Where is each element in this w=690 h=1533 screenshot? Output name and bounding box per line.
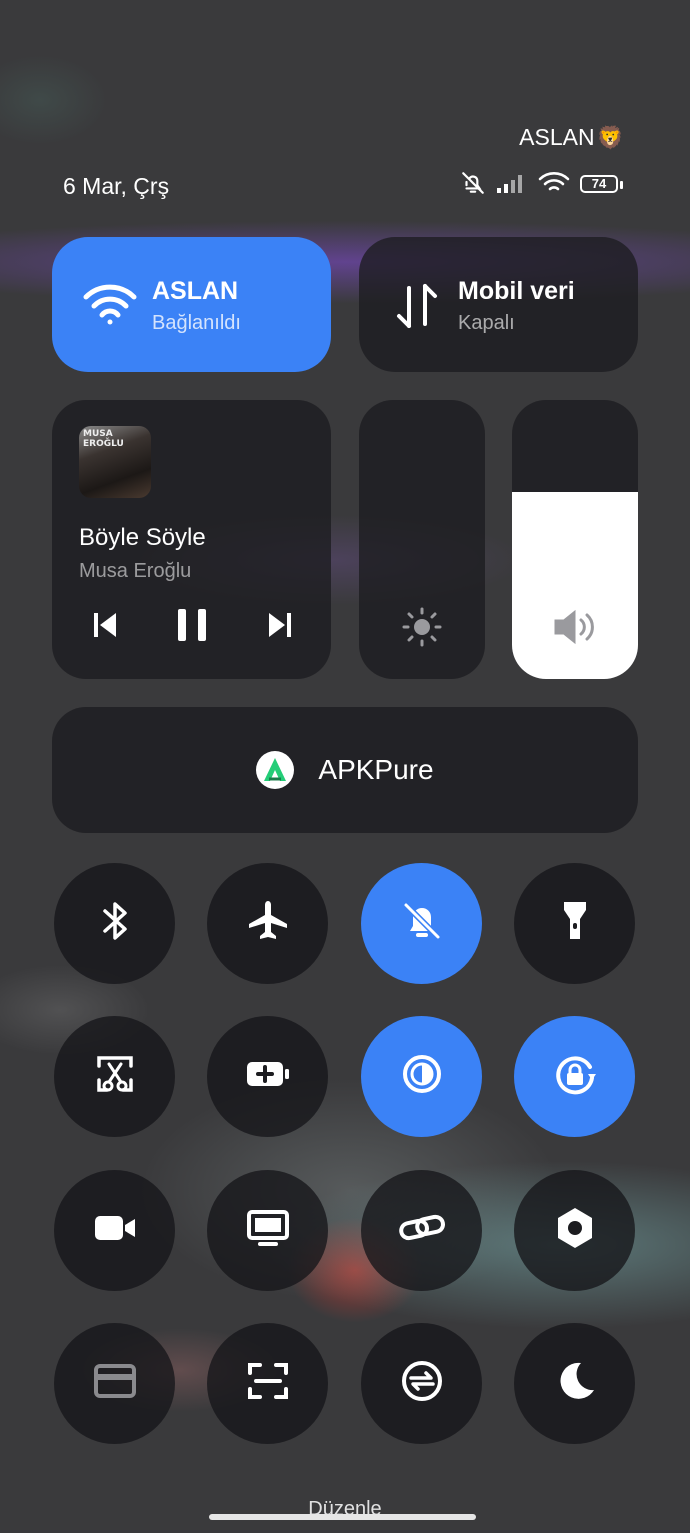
album-art[interactable]: MUSA EROĞLU <box>79 426 151 498</box>
signal-icon <box>496 172 528 199</box>
app-shortcut-apkpure[interactable]: APKPure <box>52 707 638 833</box>
mobile-data-tile[interactable]: Mobil veri Kapalı <box>359 237 638 372</box>
mobile-data-status: Kapalı <box>458 312 515 334</box>
carrier-name: ASLAN 🦁 <box>519 124 624 151</box>
airplane-icon <box>244 897 292 950</box>
toggle-battery-saver[interactable] <box>207 1016 328 1137</box>
track-title: Böyle Söyle <box>79 524 206 551</box>
carrier-label: ASLAN <box>519 124 595 150</box>
screenshot-icon <box>91 1050 139 1103</box>
date-label: 6 Mar, Çrş <box>63 173 170 199</box>
toggle-cast-screen[interactable] <box>207 1170 328 1291</box>
toggle-settings-hex[interactable] <box>514 1170 635 1291</box>
volume-icon <box>552 607 600 652</box>
wifi-status-icon <box>538 171 570 200</box>
cast-screen-icon <box>244 1204 292 1257</box>
volume-slider[interactable] <box>512 400 638 679</box>
track-artist: Musa Eroğlu <box>79 560 192 582</box>
toggle-moon[interactable] <box>514 1323 635 1444</box>
previous-icon[interactable] <box>92 610 118 645</box>
toggle-airplane[interactable] <box>207 863 328 984</box>
toggle-flashlight[interactable] <box>514 863 635 984</box>
toggle-screen-record[interactable] <box>54 1170 175 1291</box>
toggle-mute-bell[interactable] <box>361 863 482 984</box>
wifi-status: Bağlanıldı <box>152 312 241 334</box>
brightness-icon <box>402 607 442 652</box>
lion-emoji-icon: 🦁 <box>596 124 624 150</box>
flashlight-icon <box>551 897 599 950</box>
sync-icon <box>398 1357 446 1410</box>
toggle-card[interactable] <box>54 1323 175 1444</box>
toggle-rotation-lock[interactable] <box>514 1016 635 1137</box>
next-icon[interactable] <box>267 610 293 645</box>
pause-icon[interactable] <box>176 607 208 648</box>
battery-icon: 74 <box>580 175 624 195</box>
mobile-data-icon <box>395 282 439 335</box>
battery-saver-icon <box>244 1050 292 1103</box>
album-art-text: MUSA EROĞLU <box>83 429 124 449</box>
bluetooth-icon <box>91 897 139 950</box>
link-icon <box>398 1204 446 1257</box>
battery-percent: 74 <box>591 176 607 191</box>
home-indicator[interactable] <box>209 1514 476 1520</box>
wifi-network-name: ASLAN <box>152 277 239 305</box>
scan-icon <box>244 1357 292 1410</box>
apkpure-label: APKPure <box>318 754 434 785</box>
settings-hex-icon <box>551 1204 599 1257</box>
toggle-screenshot[interactable] <box>54 1016 175 1137</box>
card-icon <box>91 1357 139 1410</box>
apkpure-icon <box>256 751 295 789</box>
toggle-scan[interactable] <box>207 1323 328 1444</box>
mobile-data-title: Mobil veri <box>458 277 575 305</box>
mute-bell-icon <box>460 170 486 201</box>
wifi-icon <box>82 281 138 332</box>
rotation-lock-icon <box>551 1050 599 1103</box>
toggle-sync[interactable] <box>361 1323 482 1444</box>
status-icons: 74 <box>460 170 624 200</box>
toggle-dark-mode[interactable] <box>361 1016 482 1137</box>
screen-record-icon <box>91 1204 139 1257</box>
wifi-tile[interactable]: ASLAN Bağlanıldı <box>52 237 331 372</box>
dark-mode-icon <box>398 1050 446 1103</box>
toggle-link[interactable] <box>361 1170 482 1291</box>
toggle-bluetooth[interactable] <box>54 863 175 984</box>
brightness-slider[interactable] <box>359 400 485 679</box>
media-player[interactable]: MUSA EROĞLU Böyle Söyle Musa Eroğlu <box>52 400 331 679</box>
mute-bell-icon <box>398 897 446 950</box>
moon-icon <box>551 1357 599 1410</box>
